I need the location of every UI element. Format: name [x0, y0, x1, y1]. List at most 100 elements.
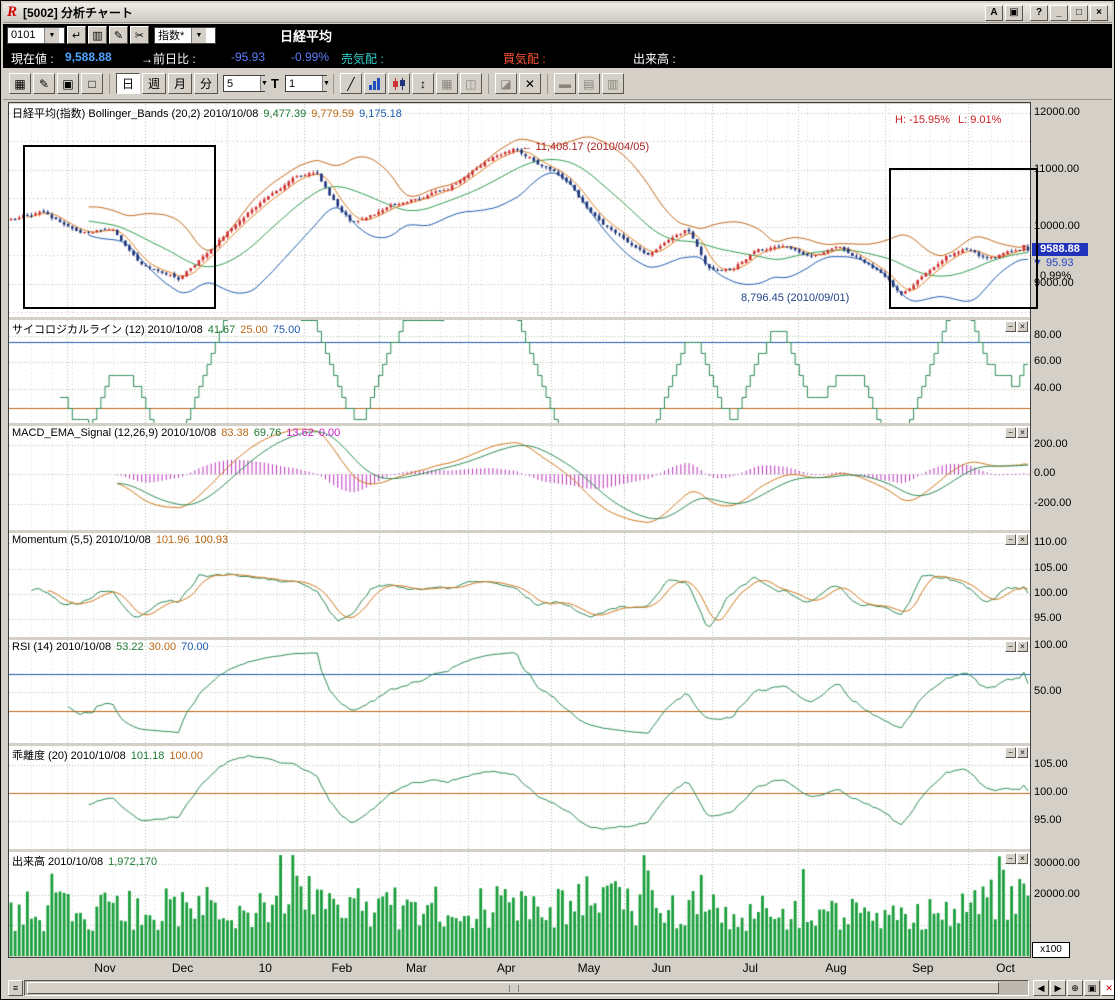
bottom-scrollbar: ≡ ◀ ▶ ⊕ ▣ ✕ [3, 979, 1114, 998]
tick-interval-select[interactable]: 1 ▼ [285, 75, 327, 92]
macd-chart-canvas[interactable] [9, 426, 1030, 530]
panel-close-button[interactable]: × [1017, 853, 1028, 864]
band-display-button[interactable]: ▬ [554, 73, 576, 94]
current-price: 9,588.88 [65, 50, 112, 64]
rsi-chart-canvas[interactable] [9, 640, 1030, 743]
bar-chart-type-button[interactable] [364, 73, 386, 94]
minute-interval-value: 5 [224, 78, 260, 90]
candlestick-type-button[interactable] [388, 73, 410, 94]
annotation-mode-button[interactable]: A [985, 5, 1003, 21]
panel-close-button[interactable]: × [1017, 534, 1028, 545]
scrollbar-track[interactable] [24, 980, 1029, 996]
paste-chart-button[interactable]: □ [81, 73, 103, 94]
axis-label-kairi: 105.00 [1034, 758, 1068, 770]
panel-header-macd: MACD_EMA_Signal (12,26,9) 2010/10/0883.3… [12, 427, 345, 439]
panel-header-rsi: RSI (14) 2010/10/0853.2230.0070.00 [12, 641, 214, 653]
minimize-button[interactable]: _ [1050, 5, 1068, 21]
panel-layout-button[interactable]: ▣ [1084, 980, 1100, 996]
drawn-rectangle-annotation[interactable] [23, 145, 216, 309]
volume-label: 出来高 : [633, 50, 676, 67]
copy-window-button[interactable]: ▣ [1005, 5, 1023, 21]
panel-header-segment: 30.00 [149, 641, 177, 653]
chart-settings-button[interactable]: ▦ [9, 73, 31, 94]
axis-label-momentum: 95.00 [1034, 612, 1062, 624]
grid-toggle-button[interactable]: ▦ [436, 73, 458, 94]
chevron-down-icon[interactable]: ▼ [322, 76, 330, 91]
period-daily-button[interactable]: 日 [116, 73, 140, 94]
marker-arrows-button[interactable]: ↕ [412, 73, 434, 94]
drawn-rectangle-annotation[interactable] [889, 168, 1038, 309]
scroll-right-button[interactable]: ▶ [1050, 980, 1066, 996]
panel-header-segment: 70.00 [181, 641, 209, 653]
x-axis-month-label: Mar [399, 961, 433, 975]
category-select[interactable]: 指数* ▼ [154, 27, 216, 44]
x-axis-month-label: 10 [248, 961, 282, 975]
panel-controls: −× [1005, 853, 1028, 864]
tick-mode-label[interactable]: T [271, 76, 279, 91]
clear-drawings-button[interactable]: ✕ [519, 73, 541, 94]
panel-collapse-button[interactable]: − [1005, 534, 1016, 545]
candlestick-icon [393, 77, 405, 91]
panel-collapse-button[interactable]: − [1005, 853, 1016, 864]
panel-header-segment: 100.00 [169, 750, 203, 762]
x-axis-month-label: Oct [988, 961, 1022, 975]
change-value: -95.93 [231, 50, 265, 64]
window-title: [5002] 分析チャート [23, 4, 133, 21]
new-window-button[interactable]: ▤ [578, 73, 600, 94]
period-weekly-button[interactable]: 週 [142, 73, 166, 94]
volume-chart-canvas[interactable] [9, 852, 1030, 956]
panel-close-button[interactable]: × [1017, 641, 1028, 652]
panel-header-segment: 13.62 [286, 427, 314, 439]
period-minute-button[interactable]: 分 [194, 73, 218, 94]
panel-collapse-button[interactable]: − [1005, 747, 1016, 758]
zoom-annotate-button[interactable]: ✎ [33, 73, 55, 94]
category-value: 指数* [155, 27, 191, 43]
panel-close-button[interactable]: × [1017, 747, 1028, 758]
chevron-down-icon[interactable]: ▼ [191, 28, 206, 43]
symbol-code-select[interactable]: 0101 ▼ [7, 27, 65, 44]
panel-collapse-button[interactable]: − [1005, 321, 1016, 332]
enter-symbol-button[interactable]: ↵ [67, 26, 86, 44]
toolbar-separator [333, 74, 334, 94]
symbol-search-button[interactable]: ▥ [88, 26, 107, 44]
period-monthly-button[interactable]: 月 [168, 73, 192, 94]
scroll-left-button[interactable]: ◀ [1033, 980, 1049, 996]
panel-header-segment: MACD_EMA_Signal (12,26,9) 2010/10/08 [12, 427, 216, 439]
chevron-down-icon[interactable]: ▼ [44, 28, 59, 43]
scroll-grip[interactable]: ≡ [8, 980, 23, 996]
eraser-button[interactable]: ◪ [495, 73, 517, 94]
chart-panel-rsi: RSI (14) 2010/10/0853.2230.0070.00−× [9, 640, 1030, 743]
ask-label: 売気配 : [341, 50, 384, 67]
chart-panel-psychological: サイコロジカルライン (12) 2010/10/0841.6725.0075.0… [9, 320, 1030, 423]
minute-interval-select[interactable]: 5 ▼ [223, 75, 265, 92]
export-button[interactable]: ▥ [602, 73, 624, 94]
price-label: 現在値 : [11, 50, 54, 67]
price-percent-tag: 0.99% [1040, 270, 1071, 282]
x-axis-month-label: Apr [489, 961, 523, 975]
panel-collapse-button[interactable]: − [1005, 427, 1016, 438]
panel-collapse-button[interactable]: − [1005, 641, 1016, 652]
axis-label-kairi: 95.00 [1034, 814, 1062, 826]
bid-label: 買気配 : [503, 50, 546, 67]
chevron-down-icon[interactable]: ▼ [260, 76, 268, 91]
clip-symbol-button[interactable]: ✂ [130, 26, 149, 44]
axis-label-momentum: 100.00 [1034, 587, 1068, 599]
close-button[interactable]: × [1090, 5, 1108, 21]
edit-symbol-button[interactable]: ✎ [109, 26, 128, 44]
close-panel-button[interactable]: ✕ [1101, 980, 1115, 996]
help-button[interactable]: ? [1030, 5, 1048, 21]
chart-panel-kairi: 乖離度 (20) 2010/10/08101.18100.00−× [9, 746, 1030, 849]
axis-label-kairi: 100.00 [1034, 786, 1068, 798]
zoom-range-button[interactable]: ⊕ [1067, 980, 1083, 996]
momentum-chart-canvas[interactable] [9, 533, 1030, 637]
panel-header-segment: Momentum (5,5) 2010/10/08 [12, 534, 151, 546]
panel-header-momentum: Momentum (5,5) 2010/10/08101.96100.93 [12, 534, 233, 546]
axis-label-momentum: 110.00 [1034, 536, 1067, 548]
panel-close-button[interactable]: × [1017, 427, 1028, 438]
panel-close-button[interactable]: × [1017, 321, 1028, 332]
trend-line-tool-button[interactable]: ╱ [340, 73, 362, 94]
copy-chart-button[interactable]: ▣ [57, 73, 79, 94]
scrollbar-thumb[interactable] [27, 982, 999, 994]
crosshair-button[interactable]: ◫ [460, 73, 482, 94]
maximize-button[interactable]: □ [1070, 5, 1088, 21]
